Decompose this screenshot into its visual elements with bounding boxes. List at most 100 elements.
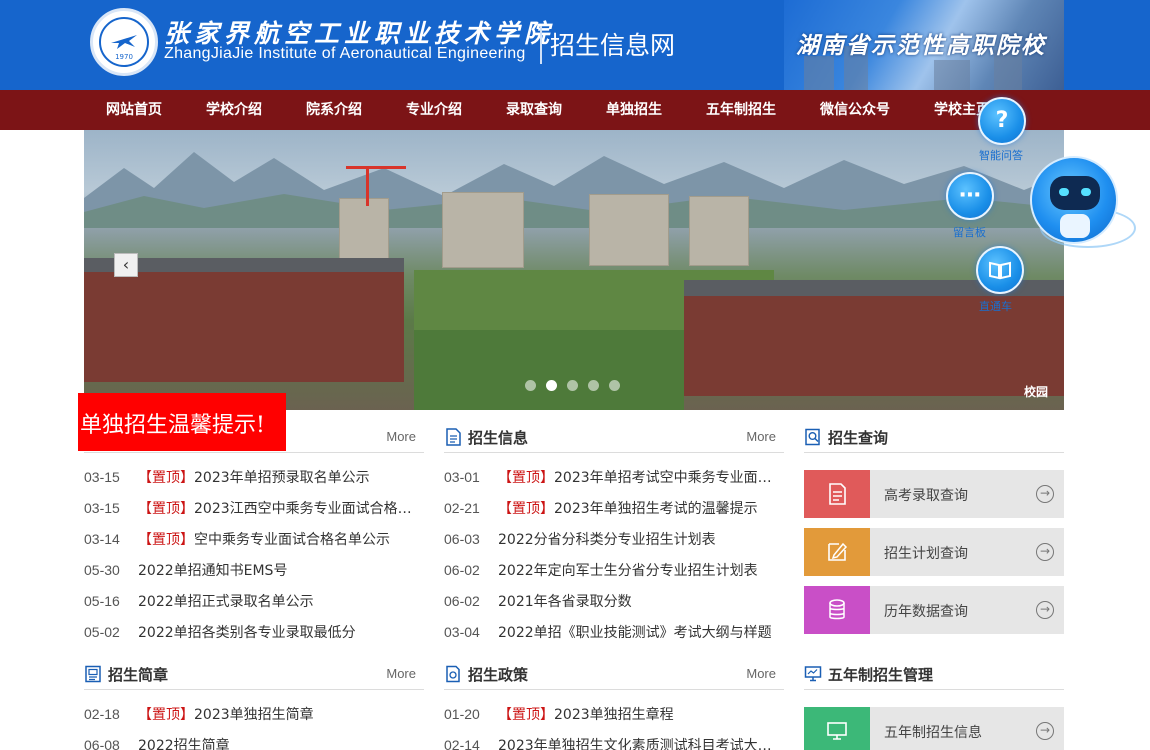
list-item[interactable]: 01-20 【置顶】2023单独招生章程 — [444, 704, 784, 724]
pinned-tag: 【置顶】 — [498, 470, 554, 486]
book-icon — [978, 248, 1022, 292]
arrow-right-icon: → — [1036, 722, 1054, 740]
news-title: 2022单招各类别各专业录取最低分 — [138, 625, 356, 641]
school-emblem-icon[interactable]: 1970 — [90, 8, 158, 76]
more-link[interactable]: More — [386, 666, 416, 681]
section-head-five-year: 五年制招生管理 — [804, 658, 1064, 690]
qa-float-button[interactable]: ? — [978, 97, 1026, 145]
news-title: 2023年单招预录取名单公示 — [194, 470, 370, 486]
nav-item-admission-query[interactable]: 录取查询 — [506, 90, 562, 130]
qa-float-label[interactable]: 智能问答 — [979, 147, 1023, 163]
section-head-brochure: 招生简章 More — [84, 658, 424, 690]
crane — [346, 166, 406, 169]
banner-dot[interactable] — [609, 380, 620, 391]
message-board-label[interactable]: 留言板 — [953, 224, 986, 240]
nav-item-five-year[interactable]: 五年制招生 — [706, 90, 776, 130]
mountain-silhouette — [84, 152, 1064, 228]
query-label: 五年制招生信息 — [884, 725, 982, 741]
nav-item-school-intro[interactable]: 学校介绍 — [206, 90, 262, 130]
list-item[interactable]: 03-15 【置顶】2023年单招预录取名单公示 — [84, 467, 424, 487]
pinned-tag: 【置顶】 — [138, 501, 194, 517]
robot-body — [1060, 214, 1090, 238]
section-head-query: 招生查询 — [804, 421, 1064, 453]
news-title: 2022年定向军士生分省分专业招生计划表 — [498, 563, 758, 579]
query-card-gaokao[interactable]: 高考录取查询 → — [804, 470, 1064, 518]
more-link[interactable]: More — [746, 666, 776, 681]
warm-tip-banner[interactable]: 单独招生温馨提示! — [78, 393, 286, 451]
list-item[interactable]: 06-03 2022分省分科类分专业招生计划表 — [444, 529, 784, 549]
query-card-history[interactable]: 历年数据查询 → — [804, 586, 1064, 634]
list-item[interactable]: 06-02 2022年定向军士生分省分专业招生计划表 — [444, 560, 784, 580]
nav-item-majors[interactable]: 专业介绍 — [406, 90, 462, 130]
section-title[interactable]: 招生政策 — [468, 664, 528, 685]
section-title[interactable]: 招生查询 — [828, 427, 888, 448]
news-title: 2022分省分科类分专业招生计划表 — [498, 532, 716, 548]
list-item[interactable]: 05-16 2022单招正式录取名单公示 — [84, 591, 424, 611]
list-item[interactable]: 02-18 【置顶】2023单独招生简章 — [84, 704, 424, 724]
nav-item-home[interactable]: 网站首页 — [106, 90, 162, 130]
school-name-en[interactable]: ZhangJiaJie Institute of Aeronautical En… — [164, 45, 526, 63]
query-card-five-year[interactable]: 五年制招生信息 → — [804, 707, 1064, 750]
banner-building — [442, 192, 524, 268]
robot-eye — [1081, 188, 1091, 196]
list-item[interactable]: 03-15 【置顶】2023江西空中乘务专业面试合格名... — [84, 498, 424, 518]
document-icon — [446, 428, 461, 446]
list-item[interactable]: 03-01 【置顶】2023年单招考试空中乘务专业面试... — [444, 467, 784, 487]
pinned-tag: 【置顶】 — [138, 470, 194, 486]
nav-item-wechat[interactable]: 微信公众号 — [820, 90, 890, 130]
news-date: 03-15 — [84, 500, 120, 516]
list-item[interactable]: 02-21 【置顶】2023年单独招生考试的温馨提示 — [444, 498, 784, 518]
site-name[interactable]: 招生信息网 — [550, 26, 675, 62]
list-item[interactable]: 06-08 2022招生简章 — [84, 735, 424, 750]
section-title[interactable]: 招生信息 — [468, 427, 528, 448]
crane — [366, 166, 369, 206]
banner-dot[interactable] — [588, 380, 599, 391]
banner-dot[interactable] — [567, 380, 578, 391]
news-date: 06-02 — [444, 593, 480, 609]
news-title: 2022单招《职业技能测试》考试大纲与样题 — [498, 625, 772, 641]
banner-building — [589, 194, 669, 266]
robot-assistant-icon[interactable] — [1030, 156, 1118, 244]
banner-dot-active[interactable] — [546, 380, 557, 391]
emblem-year: 1970 — [115, 53, 133, 61]
list-item[interactable]: 03-04 2022单招《职业技能测试》考试大纲与样题 — [444, 622, 784, 642]
news-title: 2023单独招生简章 — [194, 707, 314, 723]
section-head-info: 招生信息 More — [444, 421, 784, 453]
nav-item-independent-enrollment[interactable]: 单独招生 — [606, 90, 662, 130]
header-divider — [540, 26, 542, 64]
section-title[interactable]: 五年制招生管理 — [828, 664, 933, 685]
pinned-tag: 【置顶】 — [138, 707, 194, 723]
certificate-glyph — [829, 483, 846, 505]
header-inner: 1970 张家界航空工业职业技术学院 ZhangJiaJie Institute… — [84, 0, 1064, 90]
news-title: 2023单独招生章程 — [554, 707, 674, 723]
query-label: 高考录取查询 — [884, 488, 968, 504]
news-title: 2022招生简章 — [138, 738, 230, 750]
list-item[interactable]: 03-14 【置顶】空中乘务专业面试合格名单公示 — [84, 529, 424, 549]
admission-query-icon — [804, 470, 870, 518]
query-card-plan[interactable]: 招生计划查询 → — [804, 528, 1064, 576]
more-link[interactable]: More — [746, 429, 776, 444]
news-date: 05-02 — [84, 624, 120, 640]
message-board-float-button[interactable]: ⋯ — [946, 172, 994, 220]
robot-face — [1050, 176, 1100, 210]
news-date: 05-30 — [84, 562, 120, 578]
banner-dot[interactable] — [525, 380, 536, 391]
campus-banner[interactable] — [84, 130, 1064, 410]
arrow-right-icon: → — [1036, 601, 1054, 619]
guide-float-button[interactable] — [976, 246, 1024, 294]
plan-query-icon — [804, 528, 870, 576]
banner-prev-arrow[interactable]: ‹ — [114, 253, 138, 277]
news-date: 03-01 — [444, 469, 480, 485]
nav-item-departments[interactable]: 院系介绍 — [306, 90, 362, 130]
banner-caption: 校园 — [1024, 385, 1049, 399]
list-item[interactable]: 05-02 2022单招各类别各专业录取最低分 — [84, 622, 424, 642]
edit-glyph — [828, 542, 848, 561]
guide-float-label[interactable]: 直通车 — [979, 298, 1012, 314]
question-icon: ? — [995, 108, 1009, 133]
more-link[interactable]: More — [386, 429, 416, 444]
list-item[interactable]: 05-30 2022单招通知书EMS号 — [84, 560, 424, 580]
section-title[interactable]: 招生简章 — [108, 664, 168, 685]
list-item[interactable]: 02-14 2023年单独招生文化素质测试科目考试大纲... — [444, 735, 784, 750]
news-date: 02-21 — [444, 500, 480, 516]
list-item[interactable]: 06-02 2021年各省录取分数 — [444, 591, 784, 611]
